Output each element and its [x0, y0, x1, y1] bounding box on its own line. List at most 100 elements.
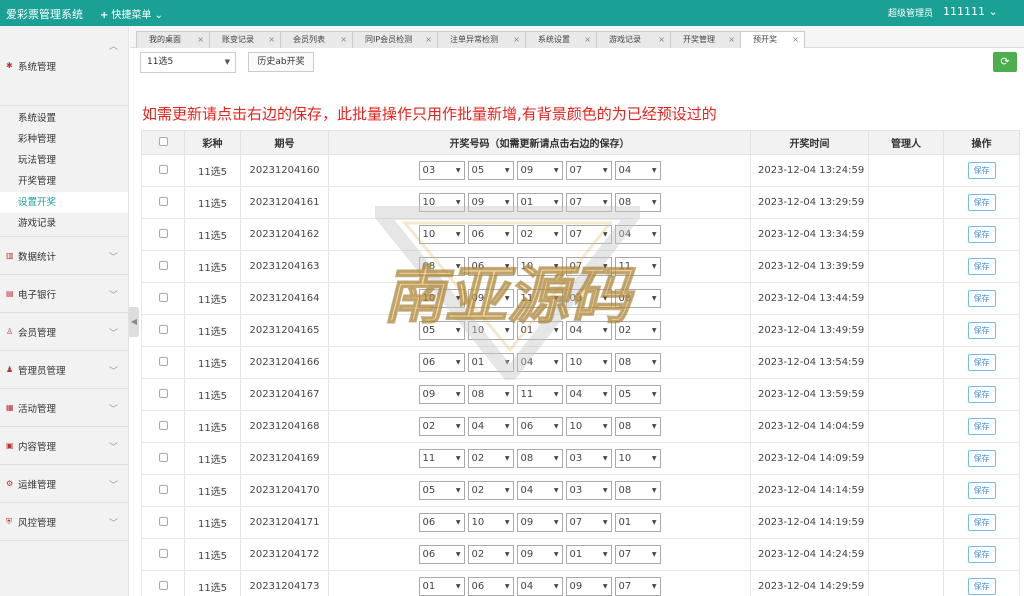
number-select[interactable]: 08 ▼ — [516, 449, 563, 468]
row-checkbox[interactable] — [158, 452, 168, 462]
number-select[interactable]: 07 ▼ — [614, 545, 661, 564]
save-button[interactable]: 保存 — [967, 386, 996, 403]
number-select[interactable]: 08 ▼ — [614, 193, 661, 212]
save-button[interactable]: 保存 — [967, 322, 996, 339]
tab-7[interactable]: 开奖管理 × — [670, 31, 741, 48]
save-button[interactable]: 保存 — [967, 450, 996, 467]
lottery-select[interactable]: 11选5 ▼ — [140, 52, 236, 73]
tab-0[interactable]: 我的桌面 × — [136, 31, 210, 48]
number-select[interactable]: 08 ▼ — [614, 289, 661, 308]
number-select[interactable]: 08 ▼ — [467, 385, 514, 404]
number-select[interactable]: 10 ▼ — [467, 513, 514, 532]
number-select[interactable]: 09 ▼ — [467, 289, 514, 308]
number-select[interactable]: 01 ▼ — [467, 353, 514, 372]
number-select[interactable]: 04 ▼ — [516, 577, 563, 596]
number-select[interactable]: 10 ▼ — [614, 449, 661, 468]
save-button[interactable]: 保存 — [967, 578, 996, 595]
close-icon[interactable]: × — [584, 32, 591, 48]
number-select[interactable]: 03 ▼ — [565, 481, 612, 500]
number-select[interactable]: 02 ▼ — [467, 449, 514, 468]
number-select[interactable]: 01 ▼ — [614, 513, 661, 532]
close-icon[interactable]: × — [658, 32, 665, 48]
number-select[interactable]: 05 ▼ — [467, 161, 514, 180]
sidebar-section-7[interactable]: ⚙ 运维管理 ﹀ — [0, 465, 128, 503]
number-select[interactable]: 03 ▼ — [565, 449, 612, 468]
sidebar-item[interactable]: 设置开奖 — [0, 192, 128, 213]
row-checkbox[interactable] — [158, 580, 168, 590]
sidebar-collapse-toggle[interactable]: ◀ — [129, 307, 139, 337]
user-menu[interactable]: 111111 ⌄ — [943, 5, 998, 18]
sidebar-section-1[interactable]: ▥ 数据统计 ﹀ — [0, 237, 128, 275]
close-icon[interactable]: × — [728, 32, 735, 48]
sidebar-section-5[interactable]: ▦ 活动管理 ﹀ — [0, 389, 128, 427]
sidebar-section-4[interactable]: ♟ 管理员管理 ﹀ — [0, 351, 128, 389]
number-select[interactable]: 10 ▼ — [565, 417, 612, 436]
sidebar-section-6[interactable]: ▣ 内容管理 ﹀ — [0, 427, 128, 465]
row-checkbox[interactable] — [158, 260, 168, 270]
save-button[interactable]: 保存 — [967, 290, 996, 307]
number-select[interactable]: 02 ▼ — [516, 225, 563, 244]
number-select[interactable]: 01 ▼ — [516, 321, 563, 340]
sidebar-section-2[interactable]: ▤ 电子银行 ﹀ — [0, 275, 128, 313]
sidebar-section-0[interactable]: ✱ 系统管理 ︿ — [0, 26, 128, 106]
number-select[interactable]: 10 ▼ — [418, 225, 465, 244]
quick-menu-button[interactable]: + 快捷菜单 ⌄ — [100, 6, 163, 21]
row-checkbox[interactable] — [158, 196, 168, 206]
sidebar-item[interactable]: 彩种管理 — [0, 129, 128, 150]
number-select[interactable]: 10 ▼ — [467, 321, 514, 340]
number-select[interactable]: 06 ▼ — [516, 417, 563, 436]
number-select[interactable]: 07 ▼ — [565, 225, 612, 244]
number-select[interactable]: 06 ▼ — [467, 577, 514, 596]
save-button[interactable]: 保存 — [967, 418, 996, 435]
row-checkbox[interactable] — [158, 356, 168, 366]
number-select[interactable]: 02 ▼ — [467, 481, 514, 500]
tab-2[interactable]: 会员列表 × — [280, 31, 353, 48]
tab-1[interactable]: 账变记录 × — [209, 31, 281, 48]
number-select[interactable]: 04 ▼ — [565, 385, 612, 404]
number-select[interactable]: 04 ▼ — [467, 417, 514, 436]
number-select[interactable]: 06 ▼ — [467, 257, 514, 276]
number-select[interactable]: 05 ▼ — [418, 481, 465, 500]
row-checkbox[interactable] — [158, 548, 168, 558]
close-icon[interactable]: × — [513, 32, 520, 48]
number-select[interactable]: 11 ▼ — [418, 449, 465, 468]
save-button[interactable]: 保存 — [967, 194, 996, 211]
number-select[interactable]: 03 ▼ — [565, 289, 612, 308]
number-select[interactable]: 06 ▼ — [418, 353, 465, 372]
number-select[interactable]: 01 ▼ — [418, 577, 465, 596]
number-select[interactable]: 07 ▼ — [565, 161, 612, 180]
save-button[interactable]: 保存 — [967, 258, 996, 275]
close-icon[interactable]: × — [425, 32, 432, 48]
row-checkbox[interactable] — [158, 516, 168, 526]
number-select[interactable]: 10 ▼ — [418, 289, 465, 308]
row-checkbox[interactable] — [158, 388, 168, 398]
tab-6[interactable]: 游戏记录 × — [596, 31, 671, 48]
sidebar-item[interactable]: 游戏记录 — [0, 213, 128, 234]
sidebar-section-3[interactable]: ♙ 会员管理 ﹀ — [0, 313, 128, 351]
number-select[interactable]: 02 ▼ — [614, 321, 661, 340]
close-icon[interactable]: × — [197, 32, 204, 48]
number-select[interactable]: 05 ▼ — [614, 385, 661, 404]
sidebar-item[interactable]: 系统设置 — [0, 108, 128, 129]
number-select[interactable]: 04 ▼ — [614, 161, 661, 180]
row-checkbox[interactable] — [158, 420, 168, 430]
close-icon[interactable]: × — [340, 32, 347, 48]
number-select[interactable]: 01 ▼ — [516, 193, 563, 212]
number-select[interactable]: 07 ▼ — [565, 513, 612, 532]
number-select[interactable]: 07 ▼ — [614, 577, 661, 596]
tab-4[interactable]: 注单异常检测 × — [437, 31, 526, 48]
number-select[interactable]: 09 ▼ — [418, 385, 465, 404]
save-button[interactable]: 保存 — [967, 546, 996, 563]
tab-8[interactable]: 预开奖 × — [740, 31, 805, 48]
number-select[interactable]: 11 ▼ — [516, 289, 563, 308]
number-select[interactable]: 05 ▼ — [418, 321, 465, 340]
number-select[interactable]: 08 ▼ — [614, 417, 661, 436]
save-button[interactable]: 保存 — [967, 354, 996, 371]
number-select[interactable]: 02 ▼ — [418, 417, 465, 436]
number-select[interactable]: 02 ▼ — [467, 545, 514, 564]
select-all-checkbox[interactable] — [158, 136, 168, 146]
number-select[interactable]: 04 ▼ — [614, 225, 661, 244]
save-button[interactable]: 保存 — [967, 226, 996, 243]
sidebar-section-8[interactable]: ⛨ 风控管理 ﹀ — [0, 503, 128, 541]
number-select[interactable]: 09 ▼ — [516, 513, 563, 532]
